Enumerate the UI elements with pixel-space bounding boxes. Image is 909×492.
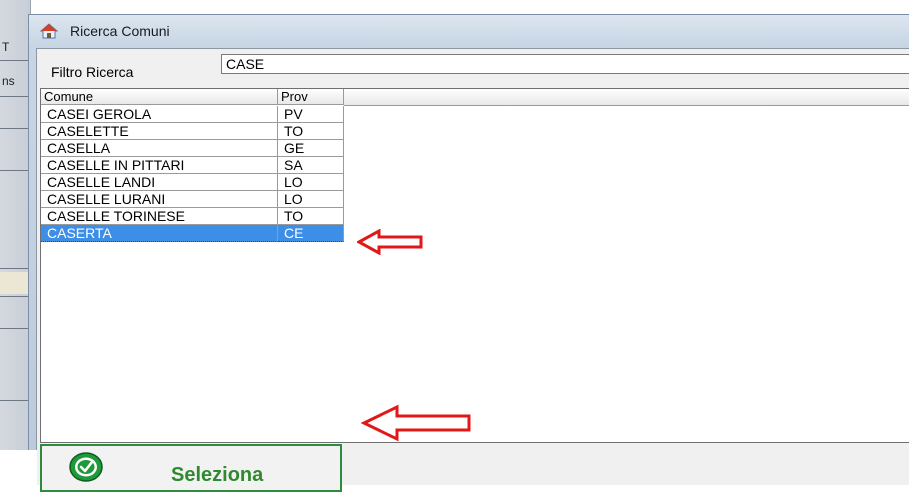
table-row[interactable]: CASELLE LANDI LO <box>41 174 344 191</box>
column-header-prov[interactable]: Prov <box>278 89 344 105</box>
seleziona-button[interactable]: Seleziona <box>40 444 342 492</box>
comuni-grid[interactable]: Comune Prov CASEI GEROLA PV CASELETTE TO… <box>40 88 909 443</box>
grid-header: Comune Prov <box>41 89 909 106</box>
ricerca-comuni-dialog: Ricerca Comuni Filtro Ricerca Comune Pro… <box>28 14 909 492</box>
cell-prov: SA <box>278 157 344 174</box>
home-icon <box>40 23 58 39</box>
table-row[interactable]: CASELLE LURANI LO <box>41 191 344 208</box>
cell-comune: CASELLE IN PITTARI <box>41 157 278 174</box>
filter-label: Filtro Ricerca <box>51 64 134 80</box>
cell-comune: CASELLA <box>41 140 278 157</box>
filter-search-input[interactable] <box>221 54 909 74</box>
cell-comune: CASELLE LANDI <box>41 174 278 191</box>
table-row[interactable]: CASEI GEROLA PV <box>41 106 344 123</box>
background-divider <box>0 296 30 297</box>
table-row[interactable]: CASELETTE TO <box>41 123 344 140</box>
column-header-comune[interactable]: Comune <box>41 89 278 105</box>
header-filler <box>344 89 909 106</box>
action-bar: Seleziona <box>37 443 909 492</box>
background-glyph: T <box>2 40 10 54</box>
cell-prov: GE <box>278 140 344 157</box>
background-divider <box>0 170 30 171</box>
background-divider <box>0 328 30 329</box>
cell-prov: PV <box>278 106 344 123</box>
cell-comune: CASELLE TORINESE <box>41 208 278 225</box>
cell-comune: CASELETTE <box>41 123 278 140</box>
background-panel <box>0 272 28 294</box>
seleziona-label: Seleziona <box>171 464 264 486</box>
cell-prov: LO <box>278 191 344 208</box>
window-title: Ricerca Comuni <box>70 23 170 39</box>
cell-prov: TO <box>278 123 344 140</box>
cell-comune: CASELLE LURANI <box>41 191 278 208</box>
background-window: T ns <box>0 0 31 450</box>
background-divider <box>0 268 30 269</box>
table-row[interactable]: CASELLA GE <box>41 140 344 157</box>
background-divider <box>0 60 30 61</box>
background-divider <box>0 96 30 97</box>
table-row[interactable]: CASELLE IN PITTARI SA <box>41 157 344 174</box>
background-divider <box>0 400 30 401</box>
table-row-selected[interactable]: CASERTA CE <box>41 225 344 242</box>
green-check-circle-icon <box>69 452 103 482</box>
red-arrow-annotation-icon <box>357 229 423 255</box>
cell-prov: LO <box>278 174 344 191</box>
cell-prov: TO <box>278 208 344 225</box>
table-row[interactable]: CASELLE TORINESE TO <box>41 208 344 225</box>
cell-comune: CASEI GEROLA <box>41 106 278 123</box>
dialog-client-area: Filtro Ricerca Comune Prov CASEI GEROLA … <box>36 48 909 492</box>
cell-prov: CE <box>278 225 344 242</box>
background-glyph: ns <box>2 74 15 88</box>
cell-comune: CASERTA <box>41 225 278 242</box>
red-arrow-annotation-icon <box>361 404 471 442</box>
background-divider <box>0 128 30 129</box>
title-bar[interactable]: Ricerca Comuni <box>29 15 909 47</box>
